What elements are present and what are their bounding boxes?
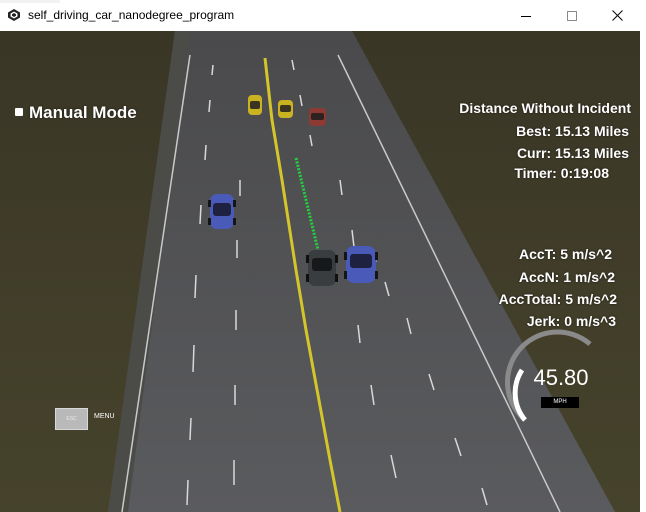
esc-button[interactable]: ESC — [55, 408, 88, 430]
timer: Timer: 0:19:08 — [514, 165, 609, 181]
blue-car-right — [344, 246, 378, 283]
manual-mode-checkbox[interactable] — [15, 108, 23, 116]
yellow-car-2 — [278, 100, 293, 118]
menu-label: MENU — [94, 413, 115, 420]
red-car — [309, 108, 326, 126]
title-bar-edge — [0, 0, 60, 3]
speed-unit: MPH — [541, 397, 579, 408]
acc-n-readout: AccN: 1 m/s^2 — [518, 269, 615, 285]
distance-heading: Distance Without Incident — [459, 100, 631, 116]
manual-mode-label: Manual Mode — [29, 103, 137, 122]
current-distance: Curr: 15.13 Miles — [516, 145, 629, 161]
unity-app-icon — [8, 9, 20, 21]
close-button[interactable] — [594, 0, 640, 31]
acc-t-readout: AccT: 5 m/s^2 — [519, 246, 612, 262]
close-icon — [611, 10, 623, 21]
minimize-button[interactable] — [503, 0, 549, 31]
window-right-border — [640, 31, 646, 512]
ego-car — [306, 250, 338, 286]
maximize-icon — [567, 10, 577, 21]
blue-car-left — [208, 194, 236, 229]
title-bar: self_driving_car_nanodegree_program — [0, 0, 646, 32]
yellow-car-1 — [248, 95, 262, 115]
best-distance: Best: 15.13 Miles — [516, 123, 629, 139]
minimize-icon — [521, 15, 531, 17]
jerk-readout: Jerk: 0 m/s^3 — [526, 313, 616, 329]
window-title: self_driving_car_nanodegree_program — [28, 8, 235, 22]
speed-value: 45.80 — [533, 365, 589, 390]
maximize-button[interactable] — [549, 0, 595, 31]
acc-total-readout: AccTotal: 5 m/s^2 — [498, 291, 617, 307]
